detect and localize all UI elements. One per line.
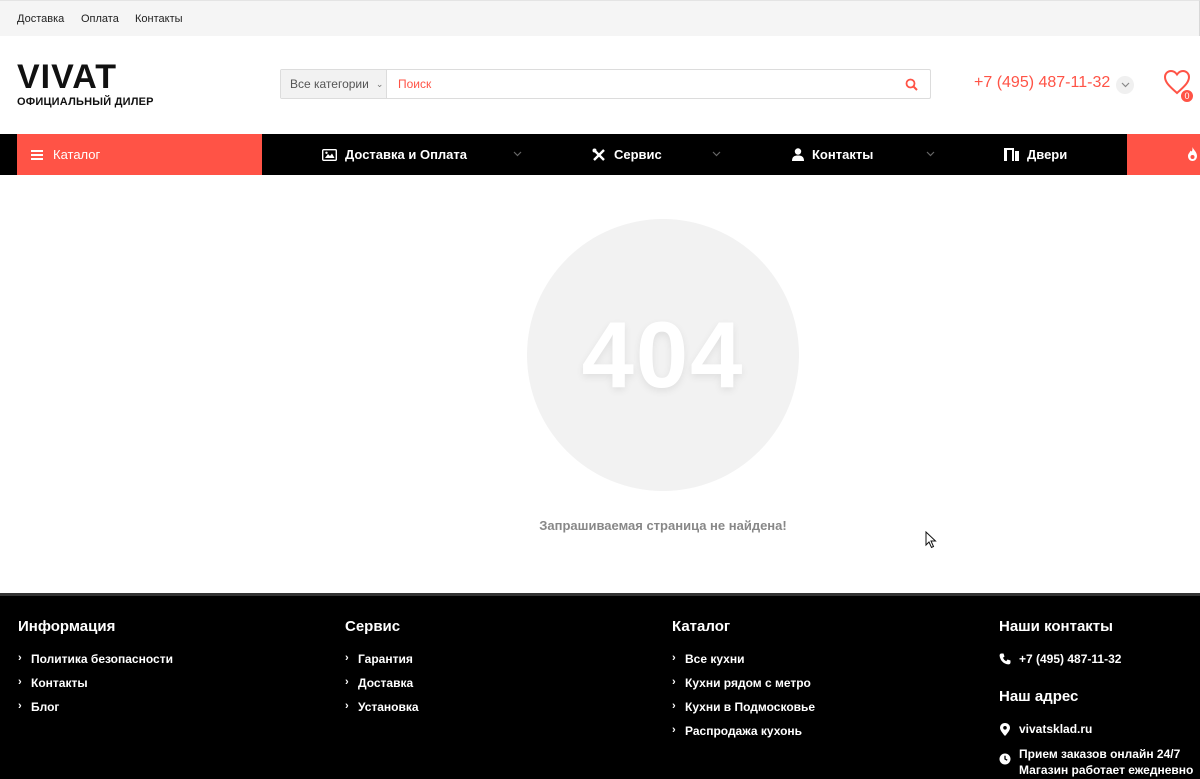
footer-link-label: Кухни рядом с метро (685, 676, 811, 690)
clock-icon (999, 753, 1011, 765)
footer-hours: Прием заказов онлайн 24/7 Магазин работа… (999, 746, 1193, 778)
logo-mark: VIVAT (17, 58, 118, 96)
footer-link[interactable]: › Доставка (345, 676, 419, 700)
footer-site[interactable]: vivatsklad.ru (999, 722, 1193, 746)
top-link-delivery[interactable]: Доставка (17, 13, 64, 25)
top-link-payment[interactable]: Оплата (81, 13, 119, 25)
search-bar: Все категории ⌄ (280, 69, 931, 99)
footer-catalog-column: Каталог › Все кухни › Кухни рядом с метро … (672, 618, 815, 748)
footer-link-label: Политика безопасности (31, 652, 173, 666)
footer-service-column: Сервис › Гарантия › Доставка › Установка (345, 618, 419, 724)
footer-link[interactable]: › Распродажа кухонь (672, 724, 815, 748)
chevron-right-icon: › (345, 676, 349, 688)
door-icon (1004, 148, 1019, 161)
nav-item-service[interactable]: Сервис (592, 134, 662, 175)
footer-link[interactable]: › Блог (18, 700, 173, 724)
search-icon (905, 78, 918, 91)
chevron-right-icon: › (18, 700, 22, 712)
chevron-down-icon (513, 151, 522, 157)
footer-phone[interactable]: +7 (495) 487-11-32 (999, 652, 1193, 676)
chevron-right-icon: › (345, 700, 349, 712)
user-icon (792, 148, 804, 161)
nav-item-contacts[interactable]: Контакты (792, 134, 873, 175)
chevron-right-icon: › (18, 676, 22, 688)
footer-address-title: Наш адрес (999, 688, 1079, 705)
footer-link[interactable]: › Контакты (18, 676, 173, 700)
logo-subtitle: ОФИЦИАЛЬНЫЙ ДИЛЕР (17, 96, 154, 108)
footer-site-label: vivatsklad.ru (1019, 722, 1093, 736)
category-select-label: Все категории (290, 77, 369, 91)
chevron-right-icon: › (672, 724, 676, 736)
nav-item-label: Сервис (614, 147, 662, 162)
catalog-button[interactable]: Каталог (17, 134, 262, 175)
error-code: 404 (581, 302, 745, 407)
footer-phone-label: +7 (495) 487-11-32 (1019, 652, 1122, 666)
footer-link-label: Гарантия (358, 652, 413, 666)
phone-dropdown-button[interactable] (1116, 76, 1134, 94)
footer-link[interactable]: › Гарантия (345, 652, 419, 676)
menu-icon (31, 149, 43, 160)
fire-icon (1188, 147, 1197, 161)
footer-link-label: Блог (31, 700, 60, 714)
hot-offers-button[interactable] (1127, 134, 1200, 175)
footer-hours-line-2: Магазин работает ежедневно (1019, 763, 1194, 777)
footer-link-label: Все кухни (685, 652, 745, 666)
top-link-contacts[interactable]: Контакты (135, 13, 183, 25)
chevron-down-icon (926, 151, 935, 157)
top-bar: Доставка Оплата Контакты (0, 0, 1200, 36)
tools-icon (592, 148, 605, 161)
footer-link[interactable]: › Кухни в Подмосковье (672, 700, 815, 724)
footer-hours-line-1: Прием заказов онлайн 24/7 (1019, 747, 1181, 761)
image-icon (322, 148, 337, 161)
search-input[interactable] (387, 70, 892, 98)
main-nav: Каталог Доставка и Оплата Сервис Контакт… (0, 134, 1200, 175)
chevron-right-icon: › (672, 676, 676, 688)
nav-item-delivery[interactable]: Доставка и Оплата (322, 134, 467, 175)
footer-info-title: Информация (18, 618, 116, 635)
footer-contacts-column: Наши контакты +7 (495) 487-11-32 Наш адр… (999, 618, 1193, 778)
footer-link-label: Доставка (358, 676, 414, 690)
chevron-down-icon (712, 151, 721, 157)
footer-link-label: Установка (358, 700, 419, 714)
error-circle: 404 (527, 219, 799, 491)
favorites-button[interactable]: 0 (1163, 69, 1197, 103)
logo[interactable]: VIVAT ОФИЦИАЛЬНЫЙ ДИЛЕР (17, 60, 157, 110)
footer-service-title: Сервис (345, 618, 401, 635)
nav-item-label: Контакты (812, 147, 874, 162)
map-pin-icon (1000, 723, 1010, 736)
nav-item-doors[interactable]: Двери (1004, 134, 1067, 175)
header-phone[interactable]: +7 (495) 487-11-32 (974, 74, 1110, 92)
footer-link-label: Распродажа кухонь (685, 724, 803, 738)
chevron-down-icon (1121, 82, 1129, 88)
footer-link[interactable]: › Все кухни (672, 652, 815, 676)
error-message: Запрашиваемая страница не найдена! (539, 518, 787, 533)
chevron-right-icon: › (672, 652, 676, 664)
chevron-right-icon: › (345, 652, 349, 664)
mouse-cursor-icon (925, 531, 937, 549)
footer-link[interactable]: › Политика безопасности (18, 652, 173, 676)
chevron-right-icon: › (18, 652, 22, 664)
footer-catalog-title: Каталог (672, 618, 731, 635)
chevron-down-icon: ⌄ (375, 78, 384, 89)
catalog-button-label: Каталог (53, 147, 101, 162)
chevron-right-icon: › (672, 700, 676, 712)
phone-icon (999, 653, 1011, 665)
nav-item-label: Двери (1027, 147, 1068, 162)
footer-info-column: Информация › Политика безопасности › Конта… (18, 618, 173, 724)
footer-link[interactable]: › Кухни рядом с метро (672, 676, 815, 700)
footer-link-label: Кухни в Подмосковье (685, 700, 816, 714)
footer: Информация › Политика безопасности › Конта… (0, 593, 1200, 779)
favorites-count-badge: 0 (1180, 89, 1194, 103)
footer-link[interactable]: › Установка (345, 700, 419, 724)
footer-contacts-title: Наши контакты (999, 618, 1113, 635)
footer-link-label: Контакты (31, 676, 88, 690)
header: VIVAT ОФИЦИАЛЬНЫЙ ДИЛЕР Все категории ⌄ … (0, 36, 1200, 134)
search-button[interactable] (892, 70, 930, 98)
category-select[interactable]: Все категории ⌄ (281, 70, 387, 98)
nav-item-label: Доставка и Оплата (345, 147, 468, 162)
